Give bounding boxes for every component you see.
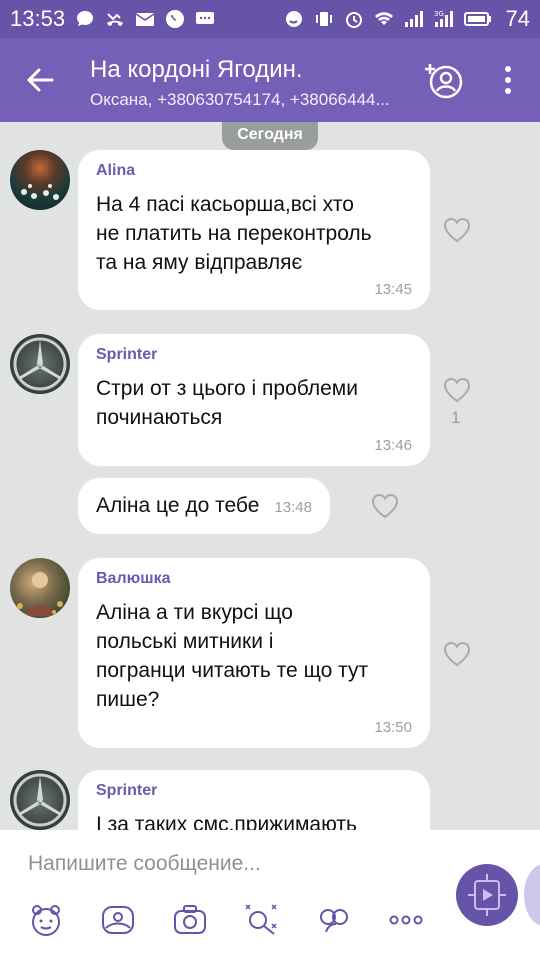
message-line: та на яму відправляє <box>96 251 303 274</box>
heart-icon[interactable] <box>370 492 400 520</box>
message-bubble[interactable]: Sprinter Стри от з цього і проблеми почи… <box>78 334 430 466</box>
mercedes-logo-icon <box>13 773 67 827</box>
vibrate-icon <box>315 12 332 26</box>
send-icon <box>468 874 506 916</box>
status-bar: 13:53 3G 74 <box>0 0 540 38</box>
message-sender[interactable]: Alina <box>96 162 135 180</box>
message-line: Аліна це до тебе <box>96 494 260 517</box>
chat-header: На кордоні Ягодин. Оксана, +380630754174… <box>0 38 540 122</box>
back-arrow-icon <box>26 68 54 92</box>
mercedes-logo-icon <box>13 337 67 391</box>
message-sender[interactable]: Sprinter <box>96 346 157 364</box>
avatar-valiushka[interactable] <box>10 558 70 618</box>
missed-call-icon <box>107 13 124 26</box>
battery-icon <box>463 12 491 26</box>
battery-percent: 74 <box>505 6 530 31</box>
add-member-icon <box>425 64 463 99</box>
message-time: 13:50 <box>374 719 412 736</box>
gallery-icon[interactable] <box>100 902 136 938</box>
add-participant-button[interactable] <box>424 60 464 100</box>
doodle-icon[interactable] <box>244 902 280 938</box>
message-line: погранци читають те що тут <box>96 659 369 682</box>
message-sender[interactable]: Валюшка <box>96 570 171 588</box>
heart-icon[interactable] <box>442 216 472 244</box>
send-button[interactable] <box>456 864 518 926</box>
avatar-alina[interactable] <box>10 150 70 210</box>
system-icons: 3G 74 <box>284 6 530 32</box>
heart-icon[interactable] <box>442 376 472 404</box>
alarm-icon <box>345 12 362 28</box>
message-text: Стри от з цього і проблеми починаються <box>96 374 358 432</box>
status-time: 13:53 <box>10 6 66 31</box>
signal-icon <box>404 11 423 27</box>
signal-3g-icon: 3G <box>434 10 453 27</box>
message-bubble[interactable]: Валюшка Аліна а ти вкурсі що польські ми… <box>78 558 430 748</box>
message-time: 13:46 <box>374 437 412 454</box>
chat-participants[interactable]: Оксана, +380630754174, +38066444... <box>90 90 390 110</box>
sms-icon <box>196 12 215 24</box>
chat-title[interactable]: На кордоні Ягодин. <box>90 56 303 84</box>
sticker-icon[interactable] <box>28 902 64 938</box>
message-time: 13:45 <box>374 281 412 298</box>
message-text: На 4 пасі касьорша,всі хто не платить на… <box>96 190 372 277</box>
message-sender[interactable]: Sprinter <box>96 782 157 800</box>
message-bubble[interactable]: Аліна це до тебе 13:48 <box>78 478 330 534</box>
message-line: польські митники і <box>96 630 274 653</box>
message-text: Аліна це до тебе <box>96 491 259 520</box>
like-count: 1 <box>451 408 461 427</box>
message-line: починаються <box>96 406 223 429</box>
gif-icon[interactable] <box>316 902 352 938</box>
viber-icon <box>166 10 185 28</box>
flowers-avatar-icon <box>21 184 59 200</box>
person-photo-icon <box>17 572 63 616</box>
message-line: На 4 пасі касьорша,всі хто <box>96 193 354 216</box>
message-text: Аліна а ти вкурсі що польські митники і … <box>96 598 368 714</box>
more-icon <box>505 66 511 94</box>
more-options-icon[interactable] <box>388 902 424 938</box>
message-input[interactable]: Напишите сообщение... <box>28 852 261 876</box>
mail-icon <box>135 13 155 26</box>
wifi-icon <box>374 12 393 25</box>
date-divider: Сегодня <box>222 122 318 150</box>
call-forward-icon <box>285 11 302 27</box>
svg-text:3G: 3G <box>434 10 444 18</box>
back-button[interactable] <box>20 60 60 100</box>
chat-notification-icon <box>77 11 94 26</box>
message-bubble[interactable]: Alina На 4 пасі касьорша,всі хто не плат… <box>78 150 430 310</box>
message-line: пише? <box>96 688 160 711</box>
message-line: не платить на переконтроль <box>96 222 372 245</box>
camera-icon[interactable] <box>172 902 208 938</box>
heart-icon[interactable] <box>442 640 472 668</box>
more-button[interactable] <box>494 60 522 100</box>
message-time: 13:48 <box>274 499 312 516</box>
message-line: Стри от з цього і проблеми <box>96 377 358 400</box>
avatar-sprinter[interactable] <box>10 334 70 394</box>
avatar-sprinter[interactable] <box>10 770 70 830</box>
message-line: Аліна а ти вкурсі що <box>96 601 293 624</box>
notification-icons <box>75 9 215 29</box>
